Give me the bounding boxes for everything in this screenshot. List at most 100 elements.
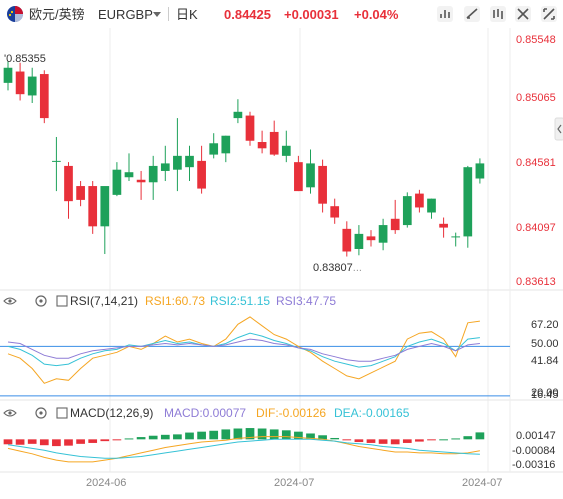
macd-bar [257, 428, 267, 440]
change-percent: +0.04% [354, 7, 399, 22]
rsi-tick: 41.84 [531, 355, 559, 367]
settings-icon[interactable] [541, 6, 557, 22]
x-tick: 2024-07 [462, 477, 502, 489]
candle-body [257, 142, 267, 149]
rsi-title[interactable]: RSI(7,14,21) [70, 294, 138, 308]
candle-body [390, 218, 400, 231]
macd-bar [281, 430, 291, 440]
gear-icon[interactable] [35, 407, 47, 419]
expand-icon[interactable] [554, 117, 563, 141]
candle-body [27, 76, 37, 96]
candle-body [366, 236, 376, 241]
price-tick: 0.84581 [516, 157, 556, 169]
macd-bar [366, 439, 376, 443]
x-tick: 2024-07 [274, 477, 314, 489]
dif-value: DIF:-0.00126 [256, 406, 326, 420]
rsi-line-1 [7, 316, 480, 384]
macd-bar [439, 439, 448, 441]
macd-bar [112, 439, 122, 441]
candle-body [3, 67, 13, 83]
low-price-label: 0.83807... [313, 262, 362, 274]
price-value: 0.84425 [224, 7, 271, 22]
rsi1-value: RSI1:60.73 [145, 294, 205, 308]
dea-value: DEA:-0.00165 [334, 406, 410, 420]
header-bar: 欧元/英镑 EURGBP 日K 0.84425 +0.00031 +0.04% [7, 6, 557, 22]
gear-icon[interactable] [35, 295, 47, 307]
x-axis: 2024-06 2024-07 2024-07 [86, 477, 502, 489]
rsi2-value: RSI2:51.15 [210, 294, 270, 308]
chart-canvas[interactable]: 欧元/英镑 EURGBP 日K 0.84425 +0.00031 +0.04% [0, 0, 563, 494]
macd-bar [52, 439, 61, 447]
eye-icon[interactable] [3, 409, 17, 417]
symbol-label[interactable]: EURGBP [98, 7, 153, 22]
candle-body [148, 165, 158, 183]
candle-body [124, 172, 134, 178]
macd-bar [27, 439, 37, 444]
flag-eu-gb-icon [7, 6, 23, 22]
candle-body [39, 74, 49, 119]
fullscreen-icon[interactable] [515, 6, 531, 22]
macd-bar [15, 439, 25, 445]
macd-tick: -0.00084 [512, 445, 555, 457]
indicator-icon [56, 295, 68, 307]
high-price-label: '0.85355 [4, 53, 46, 65]
macd-legend: MACD(12,26,9) MACD:0.00077 DIF:-0.00126 … [3, 406, 410, 420]
macd-bar [136, 437, 146, 440]
macd-bar [378, 439, 388, 444]
price-axis: 0.85548 0.85065 0.84581 0.84097 0.83613 [516, 34, 556, 288]
rsi-tick: 67.20 [531, 319, 559, 331]
macd-bar [451, 438, 461, 440]
rsi-legend: RSI(7,14,21) RSI1:60.73 RSI2:51.15 RSI3:… [3, 294, 336, 308]
rsi-line-3 [7, 338, 480, 362]
eye-icon[interactable] [3, 297, 17, 305]
candle-body [160, 163, 170, 171]
macd-bar [390, 439, 400, 445]
macd-bar [64, 439, 73, 446]
draw-tool-icon[interactable] [464, 6, 480, 22]
macd-value: MACD:0.00077 [164, 406, 246, 420]
price-tick: 0.83613 [516, 276, 556, 288]
candle-body [245, 115, 255, 141]
candle-body [427, 198, 436, 213]
candle-body [209, 143, 219, 155]
macd-bar [354, 439, 364, 443]
macd-bar [221, 429, 231, 440]
macd-bar [269, 429, 279, 440]
candle-body [415, 193, 424, 208]
price-tick: 0.84097 [516, 222, 556, 234]
candle-body [76, 186, 85, 200]
chart-widget: 欧元/英镑 EURGBP 日K 0.84425 +0.00031 +0.04% [0, 0, 563, 494]
candle-body [342, 228, 352, 252]
macd-bar [39, 439, 49, 446]
pair-name[interactable]: 欧元/英镑 [29, 7, 85, 22]
timeframe-label[interactable]: 日K [176, 7, 198, 22]
chevron-down-icon[interactable] [153, 12, 161, 17]
indicator-settings-icon[interactable] [437, 6, 453, 22]
macd-bar [100, 439, 110, 442]
macd-bar [148, 435, 158, 440]
candle-body [306, 163, 315, 188]
macd-tick: -0.00316 [512, 459, 555, 471]
macd-bar [76, 439, 85, 444]
macd-bar [415, 439, 424, 442]
candle-body [173, 155, 182, 170]
candle-body [52, 160, 61, 162]
macd-bar [209, 430, 219, 440]
candle-body [475, 163, 485, 179]
macd-bar [88, 439, 98, 443]
price-tick: 0.85548 [516, 34, 556, 46]
candle-body [294, 162, 303, 192]
macd-title[interactable]: MACD(12,26,9) [70, 406, 153, 420]
candle-body [330, 206, 340, 218]
candle-body [439, 223, 448, 228]
rsi-tick: 16.45 [531, 389, 559, 401]
candle-body [463, 167, 473, 237]
candle-body [281, 145, 291, 156]
candle-body [136, 179, 146, 183]
candle-body [221, 135, 231, 154]
x-tick: 2024-06 [86, 477, 126, 489]
share-icon[interactable] [490, 6, 506, 22]
candle-body [269, 131, 279, 155]
candle-body [112, 169, 122, 195]
change-value: +0.00031 [284, 7, 339, 22]
